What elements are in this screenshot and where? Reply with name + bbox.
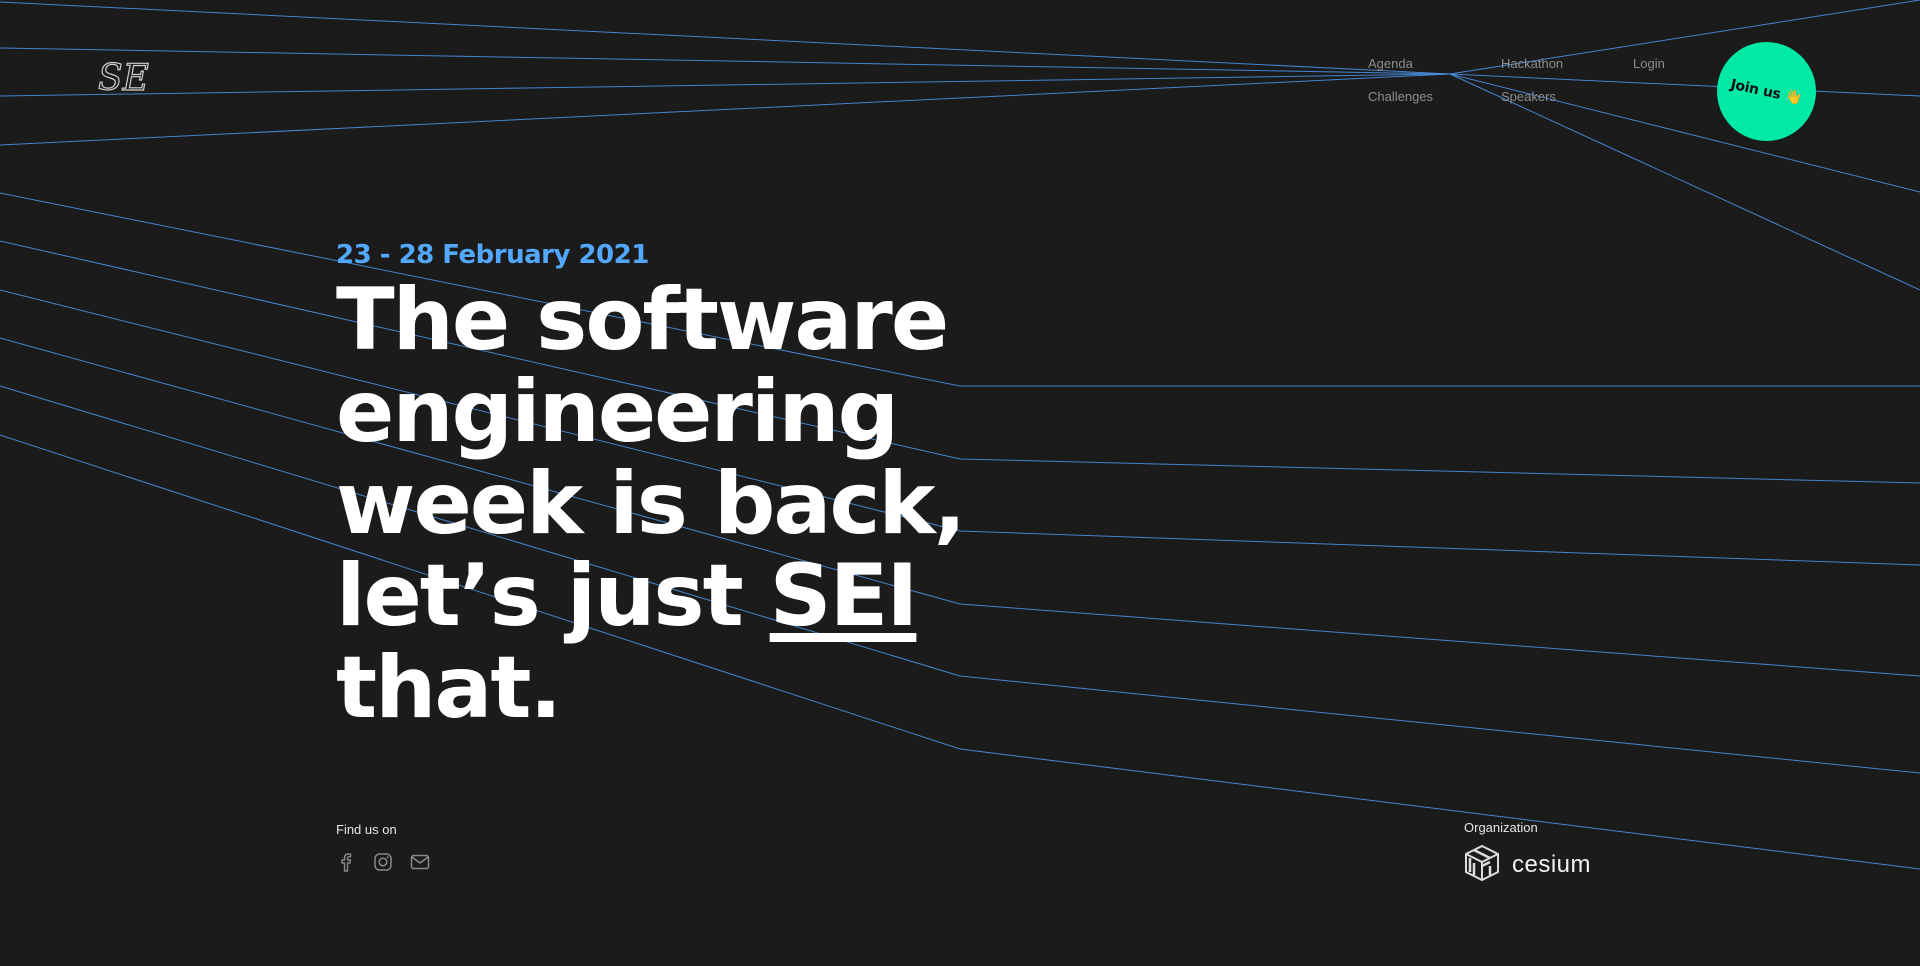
mail-icon[interactable] bbox=[410, 852, 430, 872]
headline-line-3: week is back, bbox=[336, 454, 966, 554]
headline-line-1: The software bbox=[336, 270, 949, 370]
headline-line-4: let’s just SEI bbox=[336, 550, 964, 642]
waving-hand-icon: 👋 bbox=[1783, 87, 1804, 107]
background-line-8 bbox=[1449, 73, 1920, 291]
nav-agenda[interactable]: Agenda bbox=[1368, 56, 1413, 71]
social-links: Find us on bbox=[336, 822, 430, 872]
join-us-button[interactable]: Join us 👋 bbox=[1717, 42, 1816, 141]
nav-challenges[interactable]: Challenges bbox=[1368, 89, 1433, 104]
instagram-icon[interactable] bbox=[373, 852, 393, 872]
cesium-cube-icon bbox=[1464, 844, 1500, 886]
event-date: 23 - 28 February 2021 bbox=[336, 240, 649, 270]
organization-name: cesium bbox=[1512, 851, 1592, 878]
headline-line-5: that. bbox=[336, 638, 562, 738]
organization: Organization cesium bbox=[1464, 820, 1591, 886]
organization-label: Organization bbox=[1464, 820, 1538, 835]
background-line-2 bbox=[0, 47, 1451, 75]
nav-speakers[interactable]: Speakers bbox=[1501, 89, 1556, 104]
sei-logo[interactable]: SEi bbox=[96, 56, 161, 100]
cesium-logo[interactable]: cesium bbox=[1464, 844, 1591, 886]
nav-login[interactable]: Login bbox=[1633, 56, 1665, 71]
hero: 23 - 28 February 2021 The software engin… bbox=[336, 240, 966, 738]
headline: The software engineering week is back, l… bbox=[336, 270, 966, 738]
social-label: Find us on bbox=[336, 822, 397, 837]
background-line-1 bbox=[0, 1, 1451, 75]
facebook-icon[interactable] bbox=[336, 852, 356, 872]
svg-text:SEi: SEi bbox=[98, 58, 150, 96]
headline-line-4-text: let’s just bbox=[336, 546, 744, 646]
nav-hackathon[interactable]: Hackathon bbox=[1501, 56, 1563, 71]
headline-line-2: engineering bbox=[336, 362, 899, 462]
headline-highlight: SEI bbox=[769, 546, 919, 646]
join-us-label: Join us bbox=[1729, 76, 1783, 103]
